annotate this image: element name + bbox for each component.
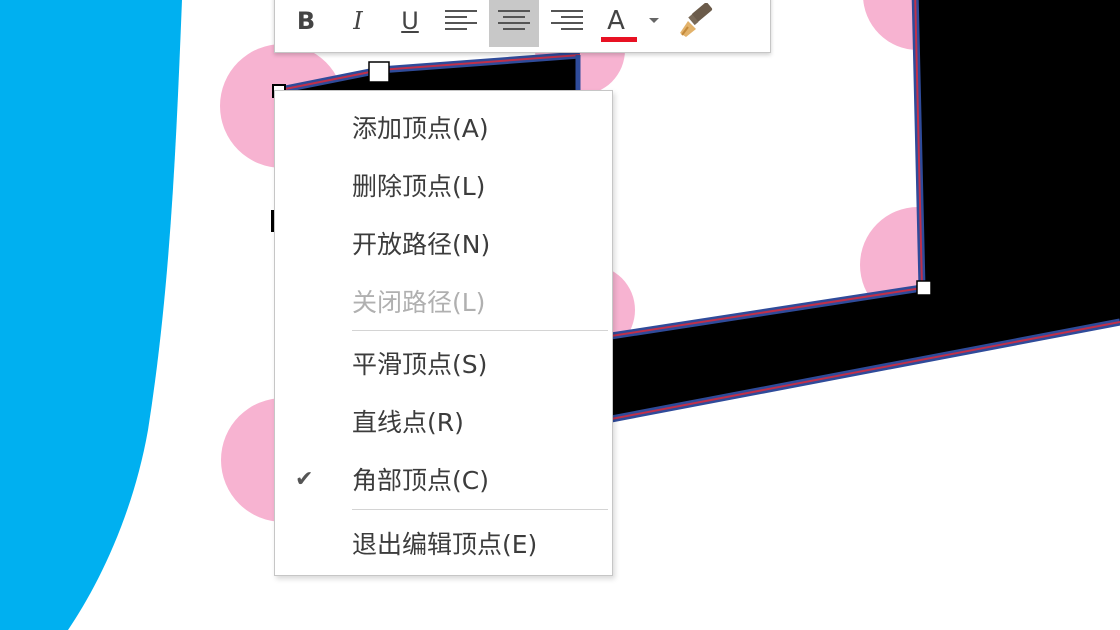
menu-item-close-path: 关闭路径(L) xyxy=(275,275,612,327)
context-menu: 添加顶点(A) 删除顶点(L) 开放路径(N) 关闭路径(L) 平滑顶点(S) … xyxy=(274,90,613,576)
vertex-handle[interactable] xyxy=(368,61,390,83)
menu-item-label: 开放路径(N) xyxy=(352,230,491,259)
chevron-down-icon xyxy=(649,18,659,23)
menu-item-label: 直线点(R) xyxy=(352,408,464,437)
font-color-bar xyxy=(601,37,638,42)
font-color-button[interactable]: A xyxy=(593,0,639,47)
format-painter-icon xyxy=(680,3,713,37)
menu-item-delete-vertex[interactable]: 删除顶点(L) xyxy=(275,159,612,211)
bold-icon: B xyxy=(296,7,316,35)
align-left-icon xyxy=(445,10,477,30)
menu-separator xyxy=(352,330,608,331)
vertex-handle[interactable] xyxy=(916,280,932,296)
menu-item-label: 添加顶点(A) xyxy=(352,114,489,143)
menu-item-corner-point[interactable]: ✔ 角部顶点(C) xyxy=(275,453,612,505)
menu-separator xyxy=(352,509,608,510)
menu-item-exit-edit-points[interactable]: 退出编辑顶点(E) xyxy=(275,517,612,569)
align-center-button[interactable] xyxy=(489,0,539,47)
format-painter-button[interactable] xyxy=(671,0,721,47)
align-left-button[interactable] xyxy=(437,0,487,47)
menu-item-open-path[interactable]: 开放路径(N) xyxy=(275,217,612,269)
italic-button[interactable]: I xyxy=(333,0,383,47)
align-right-icon xyxy=(551,10,583,30)
menu-item-label: 角部顶点(C) xyxy=(352,466,489,495)
menu-item-label: 平滑顶点(S) xyxy=(352,350,488,379)
font-color-icon: A xyxy=(601,6,638,42)
underline-icon: U xyxy=(401,7,419,35)
menu-item-smooth-point[interactable]: 平滑顶点(S) xyxy=(275,337,612,389)
menu-item-straight-point[interactable]: 直线点(R) xyxy=(275,395,612,447)
checkmark-icon: ✔ xyxy=(295,466,314,492)
bold-button[interactable]: B xyxy=(281,0,331,47)
align-right-button[interactable] xyxy=(541,0,591,47)
font-color-label: A xyxy=(607,6,625,36)
menu-item-label: 关闭路径(L) xyxy=(352,288,486,317)
menu-item-label: 退出编辑顶点(E) xyxy=(352,530,538,559)
italic-icon: I xyxy=(353,7,363,35)
blue-background-shape xyxy=(0,0,182,630)
mini-toolbar: B I U A xyxy=(274,0,771,53)
align-center-icon xyxy=(498,10,530,30)
underline-button[interactable]: U xyxy=(385,0,435,47)
font-color-dropdown[interactable] xyxy=(639,0,669,47)
menu-item-add-vertex[interactable]: 添加顶点(A) xyxy=(275,101,612,153)
menu-item-label: 删除顶点(L) xyxy=(352,172,486,201)
